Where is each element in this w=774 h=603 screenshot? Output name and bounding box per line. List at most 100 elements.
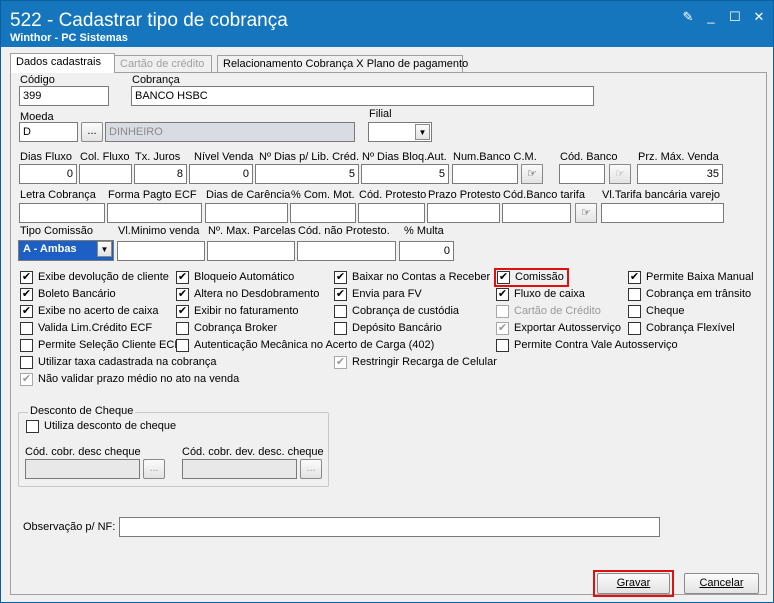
checkbox-envia-fv[interactable]: ✔ Envia para FV (334, 288, 422, 301)
codigo-input[interactable]: 399 (19, 86, 109, 106)
checkbox-exibe-devolucao[interactable]: ✔ Exibe devolução de cliente (20, 271, 169, 284)
checkbox-exibe-acerto-caixa[interactable]: ✔ Exibe no acerto de caixa (20, 305, 158, 318)
moeda-input[interactable]: D (19, 122, 78, 142)
checkbox-label: Cobrança Flexível (646, 322, 735, 334)
checkbox-cartao-credito[interactable]: Cartão de Crédito (496, 305, 601, 318)
checkbox-icon: ✔ (496, 288, 509, 301)
cod-dev-cheque-input[interactable] (182, 459, 297, 479)
checkbox-label: Não validar prazo médio no ato na venda (38, 373, 240, 385)
minimize-icon[interactable]: _ (703, 10, 719, 24)
checkbox-cobranca-custodia[interactable]: Cobrança de custódia (334, 305, 459, 318)
checkbox-label: Valida Lim.Crédito ECF (38, 322, 153, 334)
checkbox-icon: ✔ (20, 373, 33, 386)
checkbox-label: Cobrança Broker (194, 322, 278, 334)
checkbox-label: Exportar Autosserviço (514, 322, 621, 334)
edit-icon[interactable]: ✎ (680, 10, 696, 24)
chevron-down-icon[interactable]: ▼ (415, 124, 430, 140)
cod-desc-cheque-label: Cód. cobr. desc cheque (25, 446, 141, 458)
checkbox-cobranca-broker[interactable]: Cobrança Broker (176, 322, 277, 335)
checkbox-altera-desdobramento[interactable]: ✔ Altera no Desdobramento (176, 288, 319, 301)
window-subtitle: Winthor - PC Sistemas (10, 32, 128, 44)
dias-carencia-input[interactable] (205, 203, 288, 223)
letra-cobranca-input[interactable] (19, 203, 105, 223)
cod-banco-tarifa-input[interactable] (502, 203, 571, 223)
checkbox-baixar-contas-receber[interactable]: ✔ Baixar no Contas a Receber (334, 271, 490, 284)
checkbox-utilizar-taxa[interactable]: Utilizar taxa cadastrada na cobrança (20, 356, 217, 369)
tipo-comissao-select[interactable]: A - Ambas ▼ (18, 240, 114, 261)
checkbox-icon (628, 305, 641, 318)
checkbox-exibir-faturamento[interactable]: ✔ Exibir no faturamento (176, 305, 299, 318)
num-banco-search-icon[interactable]: ☞ (521, 164, 543, 184)
observacao-input[interactable] (119, 517, 660, 537)
checkbox-icon (334, 305, 347, 318)
cod-protesto-input[interactable] (358, 203, 425, 223)
tipo-comissao-label: Tipo Comissão (20, 225, 93, 237)
tx-juros-input[interactable]: 8 (134, 164, 187, 184)
cod-banco-input[interactable] (559, 164, 605, 184)
banco-tarifa-search-icon[interactable]: ☞ (575, 203, 597, 223)
checkbox-boleto-bancario[interactable]: ✔ Boleto Bancário (20, 288, 116, 301)
vl-minimo-venda-label: Vl.Minimo venda (118, 225, 200, 237)
checkbox-nao-validar-prazo[interactable]: ✔ Não validar prazo médio no ato na venda (20, 373, 239, 386)
checkbox-comissao[interactable]: ✔ Comissão (494, 268, 569, 287)
com-mot-input[interactable] (290, 203, 356, 223)
checkbox-fluxo-caixa[interactable]: ✔ Fluxo de caixa (496, 288, 585, 301)
checkbox-permite-contra-vale[interactable]: Permite Contra Vale Autosserviço (496, 339, 678, 352)
checkbox-label: Fluxo de caixa (514, 288, 585, 300)
maximize-icon[interactable]: ☐ (727, 10, 743, 24)
dias-bloq-aut-label: Nº Dias Bloq.Aut. (362, 151, 447, 163)
checkbox-cheque[interactable]: Cheque (628, 305, 685, 318)
checkbox-restringir-recarga[interactable]: ✔ Restringir Recarga de Celular (334, 356, 497, 369)
moeda-search-button[interactable]: ... (81, 122, 103, 142)
checkbox-valida-lim-credito[interactable]: Valida Lim.Crédito ECF (20, 322, 152, 335)
dias-fluxo-input[interactable]: 0 (19, 164, 77, 184)
num-banco-cm-input[interactable] (452, 164, 518, 184)
checkbox-cobranca-transito[interactable]: Cobrança em trânsito (628, 288, 751, 301)
tab-cartao-credito[interactable]: Cartão de crédito (114, 55, 212, 73)
close-icon[interactable]: ✕ (751, 10, 767, 24)
cod-nao-protesto-input[interactable] (297, 241, 396, 261)
cobranca-input[interactable]: BANCO HSBC (131, 86, 594, 106)
checkbox-utiliza-desconto-cheque[interactable]: Utiliza desconto de cheque (26, 420, 176, 433)
vl-tarifa-input[interactable] (601, 203, 724, 223)
checkbox-bloqueio-automatico[interactable]: ✔ Bloqueio Automático (176, 271, 294, 284)
checkbox-cobranca-flexivel[interactable]: Cobrança Flexível (628, 322, 735, 335)
gravar-button[interactable]: Gravar (597, 573, 670, 594)
cancelar-button[interactable]: Cancelar (684, 573, 759, 594)
checkbox-icon: ✔ (176, 305, 189, 318)
chevron-down-icon[interactable]: ▼ (97, 241, 112, 257)
checkbox-exportar-autosservico[interactable]: ✔ Exportar Autosserviço (496, 322, 621, 335)
tab-dados-cadastrais[interactable]: Dados cadastrais (10, 53, 115, 73)
max-parcelas-input[interactable] (207, 241, 295, 261)
multa-input[interactable]: 0 (399, 241, 454, 261)
checkbox-icon (20, 356, 33, 369)
checkbox-label: Cobrança de custódia (352, 305, 460, 317)
cod-dev-cheque-button[interactable]: ... (300, 459, 322, 479)
multa-label: % Multa (404, 225, 444, 237)
dias-bloq-aut-input[interactable]: 5 (361, 164, 449, 184)
checkbox-permite-selecao-cliente[interactable]: Permite Seleção Cliente ECF (20, 339, 181, 352)
nivel-venda-input[interactable]: 0 (189, 164, 253, 184)
checkbox-permite-baixa-manual[interactable]: ✔ Permite Baixa Manual (628, 271, 754, 284)
vl-tarifa-label: Vl.Tarifa bancária varejo (602, 189, 721, 201)
checkbox-autenticacao-mecanica[interactable]: Autenticação Mecânica no Acerto de Carga… (176, 339, 434, 352)
cod-desc-cheque-button[interactable]: ... (143, 459, 165, 479)
checkbox-deposito-bancario[interactable]: Depósito Bancário (334, 322, 442, 335)
col-fluxo-input[interactable] (79, 164, 132, 184)
filial-select[interactable]: ▼ (368, 122, 432, 142)
checkbox-label: Boleto Bancário (38, 288, 116, 300)
checkbox-icon (496, 339, 509, 352)
dias-carencia-label: Dias de Carência (206, 189, 291, 201)
prz-max-venda-input[interactable]: 35 (637, 164, 723, 184)
tab-relacionamento[interactable]: Relacionamento Cobrança X Plano de pagam… (217, 55, 468, 73)
dias-lib-cred-input[interactable]: 5 (255, 164, 359, 184)
cod-desc-cheque-input[interactable] (25, 459, 140, 479)
checkbox-icon (26, 420, 39, 433)
vl-minimo-venda-input[interactable] (117, 241, 205, 261)
checkbox-icon (334, 322, 347, 335)
prazo-protesto-input[interactable] (427, 203, 500, 223)
cod-banco-search-icon[interactable]: ☞ (609, 164, 631, 184)
checkbox-icon: ✔ (176, 288, 189, 301)
filial-label: Filial (369, 108, 392, 120)
forma-pagto-ecf-input[interactable] (107, 203, 202, 223)
